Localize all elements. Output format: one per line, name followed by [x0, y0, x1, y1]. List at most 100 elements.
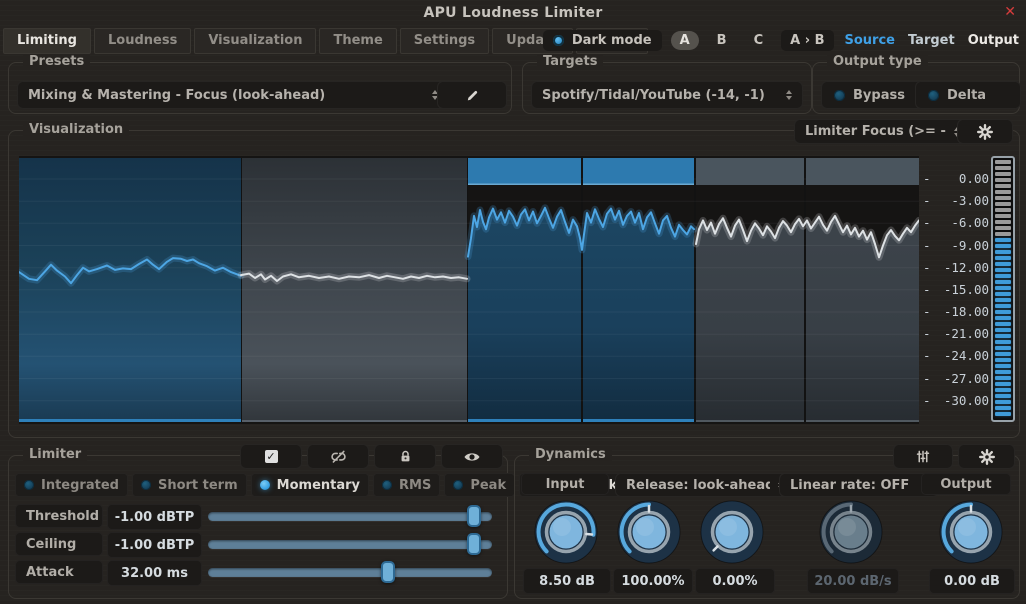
- dynamics-mixer-button[interactable]: [893, 444, 953, 469]
- limiter-panel: Limiter ✓: [8, 455, 508, 599]
- snapshot-b-button[interactable]: B: [708, 31, 736, 50]
- snapshot-a-button[interactable]: A: [671, 31, 699, 50]
- limiter-legend: Limiter: [23, 447, 87, 462]
- lock-icon: [398, 449, 413, 464]
- viz-settings-button[interactable]: [957, 119, 1013, 144]
- dynamics-panel: Dynamics: [514, 455, 1020, 599]
- tabbar: Limiting Loudness Visualization Theme Se…: [0, 27, 1026, 54]
- tab-limiting[interactable]: Limiting: [3, 28, 91, 54]
- target-select[interactable]: Spotify/Tidal/YouTube (-14, -1): [531, 81, 803, 109]
- radio-icon: [382, 480, 392, 490]
- scale-label: --12.00: [923, 260, 989, 275]
- attack-row: Attack 32.00 ms: [9, 560, 507, 584]
- scale-label: --24.00: [923, 348, 989, 363]
- limiter-lock-button[interactable]: [374, 444, 436, 469]
- window-title: APU Loudness Limiter: [0, 5, 1026, 21]
- dynamics-output-label: Output: [921, 473, 1011, 495]
- preset-select[interactable]: Mixing & Mastering - Focus (look-ahead): [17, 81, 449, 109]
- bypass-toggle[interactable]: Bypass: [821, 81, 923, 109]
- scale-label: --30.00: [923, 393, 989, 408]
- threshold-slider[interactable]: [208, 504, 492, 528]
- scale-label: --15.00: [923, 282, 989, 297]
- limiter-enable-button[interactable]: ✓: [240, 444, 302, 469]
- ceiling-value[interactable]: -1.00 dBTP: [107, 532, 202, 558]
- view-source-button[interactable]: Source: [843, 31, 897, 50]
- radio-icon: [260, 480, 270, 490]
- mode-short-term[interactable]: Short term: [132, 473, 247, 497]
- close-button[interactable]: ✕: [1004, 4, 1016, 20]
- scale-label: --27.00: [923, 371, 989, 386]
- attack-value[interactable]: 32.00 ms: [107, 560, 202, 586]
- radio-icon: [24, 480, 34, 490]
- linear-rate-select[interactable]: Linear rate: OFF: [779, 473, 939, 497]
- knee-value[interactable]: 0.00%: [695, 568, 775, 594]
- limiter-toolbar: ✓: [240, 444, 503, 469]
- slider-track[interactable]: [208, 540, 492, 549]
- gear-icon: [979, 449, 995, 465]
- copy-a-to-b-button[interactable]: A › B: [781, 30, 833, 51]
- mode-peak[interactable]: Peak: [444, 473, 515, 497]
- limiter-visibility-button[interactable]: [441, 444, 503, 469]
- input-gain-knob[interactable]: [533, 499, 599, 565]
- delta-radio-icon: [928, 90, 939, 101]
- slider-handle[interactable]: [467, 533, 481, 555]
- output-gain-knob[interactable]: [938, 499, 1004, 565]
- knee-knob[interactable]: [699, 499, 765, 565]
- dynamics-legend: Dynamics: [529, 447, 612, 462]
- output-type-panel: Output type Bypass Delta: [812, 62, 1020, 114]
- bypass-radio-icon: [834, 90, 845, 101]
- radio-icon: [141, 480, 151, 490]
- slider-handle[interactable]: [381, 561, 395, 583]
- dynamics-input-label: Input: [521, 473, 609, 495]
- presets-panel: Presets Mixing & Mastering - Focus (look…: [8, 62, 512, 114]
- attack-slider[interactable]: [208, 560, 492, 584]
- scale-label: --9.00: [923, 238, 989, 253]
- release-select[interactable]: Release: look-ahead: [615, 473, 795, 497]
- tab-theme[interactable]: Theme: [319, 28, 396, 54]
- loudness-mode-group: Integrated Short term Momentary RMS Peak…: [15, 473, 501, 497]
- snapshot-c-button[interactable]: C: [745, 31, 773, 50]
- targets-legend: Targets: [537, 54, 603, 69]
- dynamics-toolbar: [893, 444, 1015, 469]
- view-output-button[interactable]: Output: [966, 31, 1021, 50]
- dynamics-settings-button[interactable]: [958, 444, 1015, 469]
- tab-settings[interactable]: Settings: [400, 28, 489, 54]
- mode-momentary[interactable]: Momentary: [251, 473, 369, 497]
- ceiling-row: Ceiling -1.00 dBTP: [9, 532, 507, 556]
- db-scale: -0.00--3.00--6.00--9.00--12.00--15.00--1…: [923, 156, 989, 424]
- mode-integrated[interactable]: Integrated: [15, 473, 128, 497]
- viz-focus-select[interactable]: Limiter Focus (>= -30): [794, 119, 971, 144]
- slider-track[interactable]: [208, 512, 492, 521]
- input-gain-value[interactable]: 8.50 dB: [523, 568, 611, 594]
- output-gain-value[interactable]: 0.00 dB: [929, 568, 1015, 594]
- delta-toggle[interactable]: Delta: [915, 81, 1021, 109]
- release-amount-value[interactable]: 100.00%: [613, 568, 693, 594]
- gear-icon: [977, 124, 993, 140]
- linear-rate-value[interactable]: 20.00 dB/s: [807, 568, 899, 594]
- mode-rms[interactable]: RMS: [373, 473, 440, 497]
- slider-track[interactable]: [208, 568, 492, 577]
- scale-label: -0.00: [923, 171, 989, 186]
- tab-visualization[interactable]: Visualization: [194, 28, 316, 54]
- dark-mode-toggle[interactable]: Dark mode: [543, 30, 662, 51]
- ceiling-label: Ceiling: [15, 532, 103, 556]
- scale-label: --3.00: [923, 193, 989, 208]
- tabbar-right-controls: Dark mode A B C A › B Source Target Outp…: [543, 27, 1021, 54]
- ceiling-slider[interactable]: [208, 532, 492, 556]
- plugin-window: APU Loudness Limiter ✕ Limiting Loudness…: [0, 0, 1026, 604]
- titlebar: APU Loudness Limiter ✕: [0, 0, 1026, 26]
- scale-label: --18.00: [923, 304, 989, 319]
- presets-legend: Presets: [23, 54, 90, 69]
- sliders-icon: [915, 449, 931, 464]
- release-amount-knob[interactable]: [616, 499, 682, 565]
- slider-handle[interactable]: [467, 505, 481, 527]
- tab-loudness[interactable]: Loudness: [94, 28, 191, 54]
- select-arrows-icon: [786, 90, 792, 100]
- view-target-button[interactable]: Target: [906, 31, 957, 50]
- preset-edit-button[interactable]: [437, 81, 507, 109]
- limiter-unlink-button[interactable]: [307, 444, 369, 469]
- dark-mode-radio-icon: [553, 35, 564, 46]
- threshold-value[interactable]: -1.00 dBTP: [107, 504, 202, 530]
- linear-rate-knob[interactable]: [818, 499, 884, 565]
- radio-icon: [453, 480, 463, 490]
